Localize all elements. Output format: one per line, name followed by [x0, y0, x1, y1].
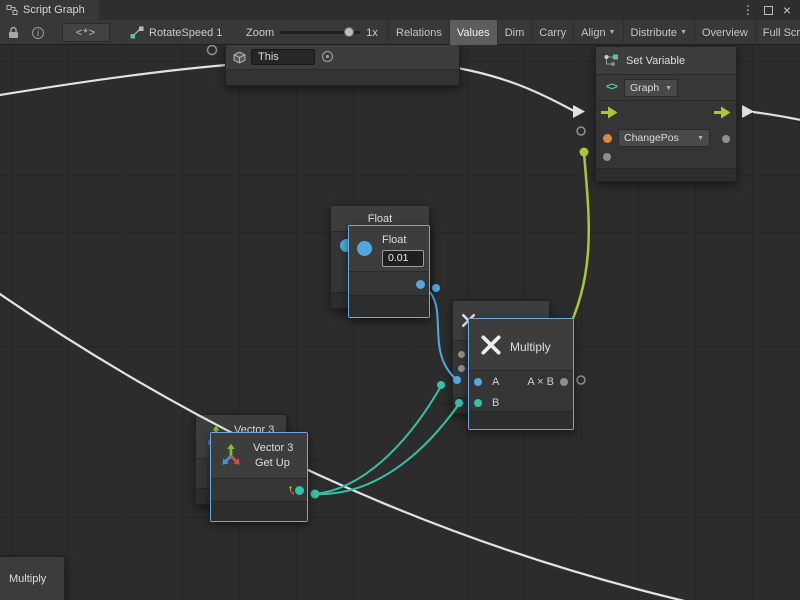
graph-name: RotateSpeed 1 — [149, 27, 222, 39]
script-graph-icon — [6, 4, 18, 16]
wire-vector3-teal — [314, 386, 441, 494]
angle-brackets-icon: <*> — [62, 23, 110, 42]
wire-endpoint-teal — [311, 490, 320, 499]
output-label: A × B — [527, 376, 554, 388]
toolbar-button-full-screen[interactable]: Full Screen — [755, 20, 800, 45]
this-field[interactable]: This — [251, 49, 315, 65]
wire-flow-right — [753, 112, 800, 121]
info-icon: i — [32, 27, 44, 39]
float-node[interactable]: Float 0.01 — [348, 225, 430, 318]
tab-bar: Script Graph ⋮ × — [0, 0, 800, 20]
zoom-slider-handle[interactable] — [344, 27, 354, 37]
input-b-label: B — [492, 397, 499, 409]
lock-button[interactable] — [4, 20, 22, 45]
toolbar-button-values[interactable]: Values — [449, 20, 497, 45]
zoom-value: 1x — [366, 27, 378, 39]
toolbar-button-dim[interactable]: Dim — [497, 20, 532, 45]
scope-dropdown[interactable]: Graph▼ — [624, 79, 678, 97]
float-value-input[interactable]: 0.01 — [382, 250, 424, 267]
shadow-port — [458, 351, 465, 358]
chevron-down-icon: ▼ — [697, 135, 704, 142]
vector3-icon — [218, 442, 244, 468]
angle-brackets-button[interactable]: <*> — [62, 20, 110, 45]
variable-type-icon: <> — [606, 81, 617, 93]
lock-icon — [8, 26, 19, 39]
float-output-port[interactable] — [416, 280, 425, 289]
input-a-label: A — [492, 376, 499, 388]
script-graph-window: Script Graph ⋮ × i <*> RotateS — [0, 0, 800, 600]
wire-endpoint-green — [580, 148, 589, 157]
toolbar-button-overview[interactable]: Overview — [694, 20, 755, 45]
vector3-output-port[interactable] — [295, 486, 304, 495]
empty-port-indicator — [577, 127, 585, 135]
flow-in-port[interactable] — [601, 106, 618, 119]
zoom-control: Zoom 1x — [246, 20, 378, 45]
output-port[interactable] — [560, 378, 568, 386]
empty-port-indicator — [208, 46, 217, 55]
toolbar-button-carry[interactable]: Carry — [531, 20, 573, 45]
graph-canvas[interactable]: Float Vector 3 — [0, 45, 800, 600]
shadow-port — [458, 365, 465, 372]
corner-multiply-node[interactable]: Multiply — [0, 556, 65, 600]
wire-value-green — [566, 153, 589, 334]
node-subtitle: Get Up — [255, 457, 290, 469]
set-variable-node[interactable]: Set Variable <> Graph▼ ChangePos▼ — [595, 46, 737, 182]
multiply-icon — [480, 334, 502, 356]
chevron-down-icon: ▼ — [680, 29, 687, 36]
variable-name-port[interactable] — [603, 134, 612, 143]
toolbar-button-distribute[interactable]: Distribute▼ — [623, 20, 694, 45]
zoom-label: Zoom — [246, 27, 274, 39]
zoom-slider[interactable] — [280, 20, 360, 45]
flow-out-port[interactable] — [714, 106, 731, 119]
flow-arrowhead — [742, 105, 754, 118]
cube-icon — [233, 51, 246, 64]
input-b-port[interactable] — [474, 399, 482, 407]
tab-script-graph[interactable]: Script Graph — [0, 0, 99, 20]
wire-endpoint-teal — [437, 381, 445, 389]
wire-endpoint-blue — [432, 284, 440, 292]
wire-vector3-teal — [314, 404, 459, 494]
empty-port-indicator — [577, 376, 585, 384]
set-variable-icon — [603, 53, 619, 69]
info-button[interactable]: i — [28, 20, 48, 45]
chevron-down-icon: ▼ — [609, 29, 616, 36]
float-icon — [357, 241, 372, 256]
graph-toolbar: i <*> RotateSpeed 1 Zoom 1x Relations Va… — [0, 20, 800, 45]
tab-title: Script Graph — [23, 4, 85, 16]
toolbar-button-relations[interactable]: Relations — [388, 20, 449, 45]
self-target-icon — [322, 51, 333, 62]
value-out-port[interactable] — [722, 135, 730, 143]
graph-breadcrumb[interactable]: RotateSpeed 1 — [130, 20, 222, 45]
vector3-node[interactable]: Vector 3 Get Up — [210, 432, 308, 522]
variable-name-dropdown[interactable]: ChangePos▼ — [618, 129, 710, 147]
value-in-port[interactable] — [603, 153, 611, 161]
maximize-icon[interactable] — [764, 6, 773, 15]
wire-flow-diagonal — [0, 290, 715, 600]
this-node[interactable]: This — [225, 45, 460, 86]
toolbar-buttons: Relations Values Dim Carry Align▼ Distri… — [388, 20, 800, 45]
window-controls: ⋮ × — [742, 0, 800, 20]
kebab-menu-icon[interactable]: ⋮ — [742, 4, 754, 16]
toolbar-button-align[interactable]: Align▼ — [573, 20, 622, 45]
close-icon[interactable]: × — [783, 3, 791, 17]
input-a-port[interactable] — [474, 378, 482, 386]
graph-icon — [130, 26, 144, 39]
flow-arrowhead — [573, 105, 585, 118]
chevron-down-icon: ▼ — [665, 85, 672, 92]
multiply-node[interactable]: Multiply A A × B B — [468, 318, 574, 430]
